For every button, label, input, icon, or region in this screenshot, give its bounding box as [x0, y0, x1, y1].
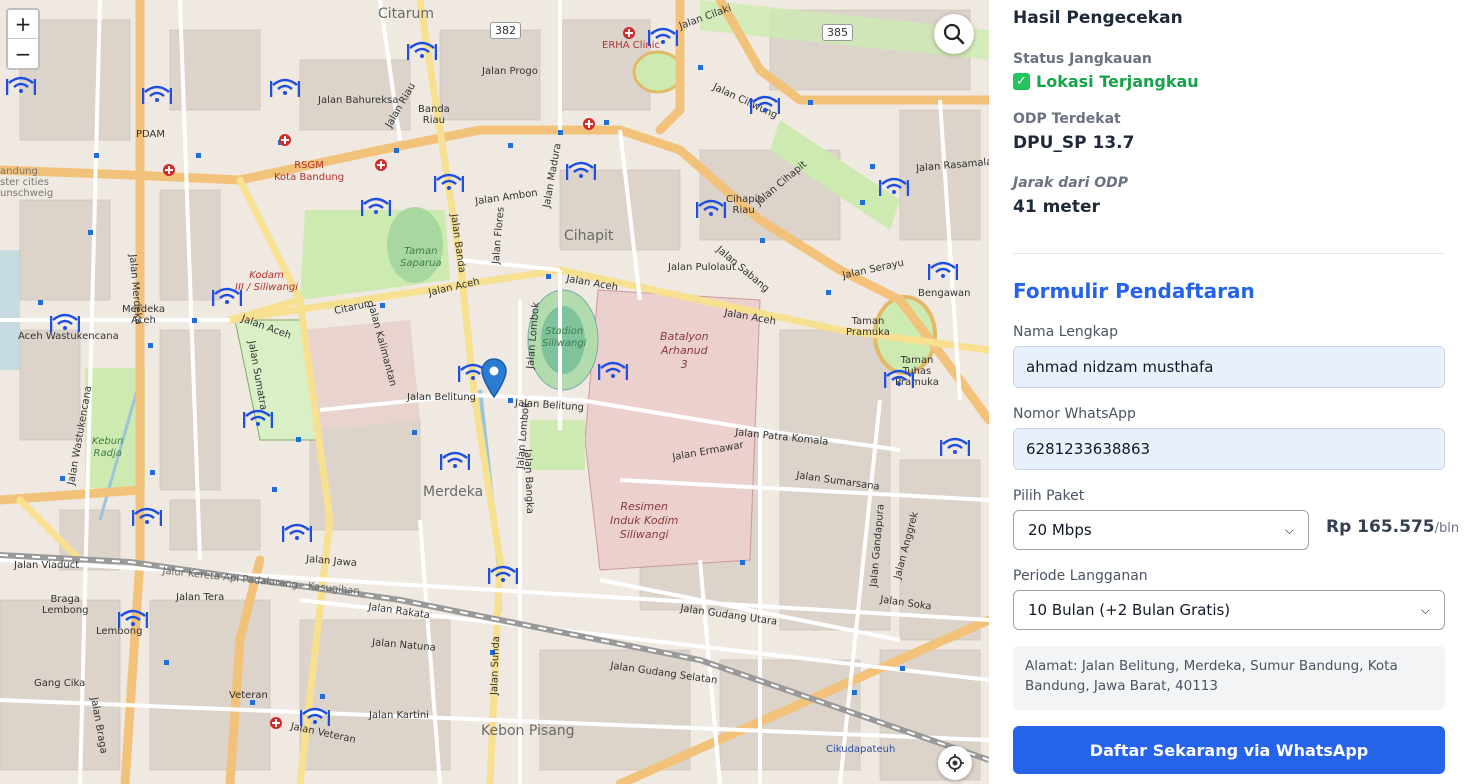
- distance-label: Jarak dari ODP: [1013, 175, 1129, 191]
- chevron-down-icon: ⌵: [1420, 602, 1430, 617]
- wifi-tower-icon[interactable]: [406, 40, 438, 64]
- zoom-control: + −: [6, 8, 40, 70]
- wifi-tower-icon[interactable]: [269, 77, 301, 101]
- wifi-tower-icon[interactable]: [939, 436, 971, 460]
- wifi-tower-icon[interactable]: [647, 26, 679, 50]
- wifi-tower-icon[interactable]: [211, 286, 243, 310]
- map-view[interactable]: Citarum Cihapit Merdeka Kebon Pisang Bra…: [0, 0, 989, 784]
- coverage-status-text: Lokasi Terjangkau: [1036, 72, 1199, 91]
- result-title: Hasil Pengecekan: [1013, 8, 1183, 28]
- register-whatsapp-button[interactable]: Daftar Sekarang via WhatsApp: [1013, 726, 1445, 774]
- search-icon: [943, 23, 965, 45]
- wifi-tower-icon[interactable]: [141, 84, 173, 108]
- whatsapp-input[interactable]: 6281233638863: [1013, 428, 1445, 470]
- zoom-in-button[interactable]: +: [8, 10, 38, 39]
- locate-button[interactable]: [938, 746, 972, 780]
- period-label: Periode Langganan: [1013, 568, 1148, 584]
- price-unit: /bln: [1434, 521, 1460, 536]
- wifi-tower-icon[interactable]: [360, 196, 392, 220]
- wifi-tower-icon[interactable]: [242, 408, 274, 432]
- period-select[interactable]: 10 Bulan (+2 Bulan Gratis) ⌵: [1013, 590, 1445, 630]
- wifi-tower-icon[interactable]: [299, 706, 331, 730]
- coverage-status: ✓ Lokasi Terjangkau: [1013, 72, 1199, 91]
- wifi-tower-icon[interactable]: [695, 198, 727, 222]
- package-label: Pilih Paket: [1013, 488, 1085, 504]
- period-select-value: 10 Bulan (+2 Bulan Gratis): [1028, 601, 1231, 619]
- name-input[interactable]: ahmad nidzam musthafa: [1013, 346, 1445, 388]
- wifi-tower-icon[interactable]: [117, 608, 149, 632]
- form-title: Formulir Pendaftaran: [1013, 279, 1255, 303]
- wifi-tower-icon[interactable]: [5, 75, 37, 99]
- address-box: Alamat: Jalan Belitung, Merdeka, Sumur B…: [1013, 646, 1445, 710]
- app-root: Citarum Cihapit Merdeka Kebon Pisang Bra…: [0, 0, 1468, 784]
- package-select-value: 20 Mbps: [1028, 521, 1092, 539]
- wifi-tower-icon[interactable]: [597, 360, 629, 384]
- wifi-tower-icon[interactable]: [749, 94, 781, 118]
- wifi-tower-icon[interactable]: [49, 312, 81, 336]
- price-value: Rp 165.575: [1326, 517, 1435, 537]
- wifi-tower-icon[interactable]: [565, 160, 597, 184]
- distance-value: 41 meter: [1013, 197, 1100, 217]
- section-divider: [1013, 253, 1445, 254]
- wifi-tower-icon[interactable]: [131, 506, 163, 530]
- whatsapp-label: Nomor WhatsApp: [1013, 406, 1136, 422]
- odp-label: ODP Terdekat: [1013, 111, 1121, 127]
- wifi-tower-icon[interactable]: [281, 522, 313, 546]
- name-label: Nama Lengkap: [1013, 324, 1118, 340]
- wifi-tower-icon[interactable]: [927, 260, 959, 284]
- check-icon: ✓: [1013, 73, 1030, 90]
- wifi-tower-icon[interactable]: [439, 450, 471, 474]
- odp-value: DPU_SP 13.7: [1013, 133, 1135, 153]
- wifi-tower-icon[interactable]: [883, 368, 915, 392]
- map-search-button[interactable]: [934, 14, 974, 54]
- wifi-tower-icon[interactable]: [487, 564, 519, 588]
- locate-icon: [946, 754, 964, 772]
- map-pin-icon[interactable]: [481, 358, 507, 399]
- wifi-tower-icon[interactable]: [878, 176, 910, 200]
- package-select[interactable]: 20 Mbps ⌵: [1013, 510, 1309, 550]
- zoom-out-button[interactable]: −: [8, 39, 38, 68]
- wifi-tower-icon[interactable]: [433, 172, 465, 196]
- coverage-label: Status Jangkauan: [1013, 51, 1152, 67]
- package-price: Rp 165.575/bln: [1326, 517, 1459, 537]
- chevron-down-icon: ⌵: [1284, 522, 1294, 537]
- side-panel: Hasil Pengecekan Status Jangkauan ✓ Loka…: [989, 0, 1468, 784]
